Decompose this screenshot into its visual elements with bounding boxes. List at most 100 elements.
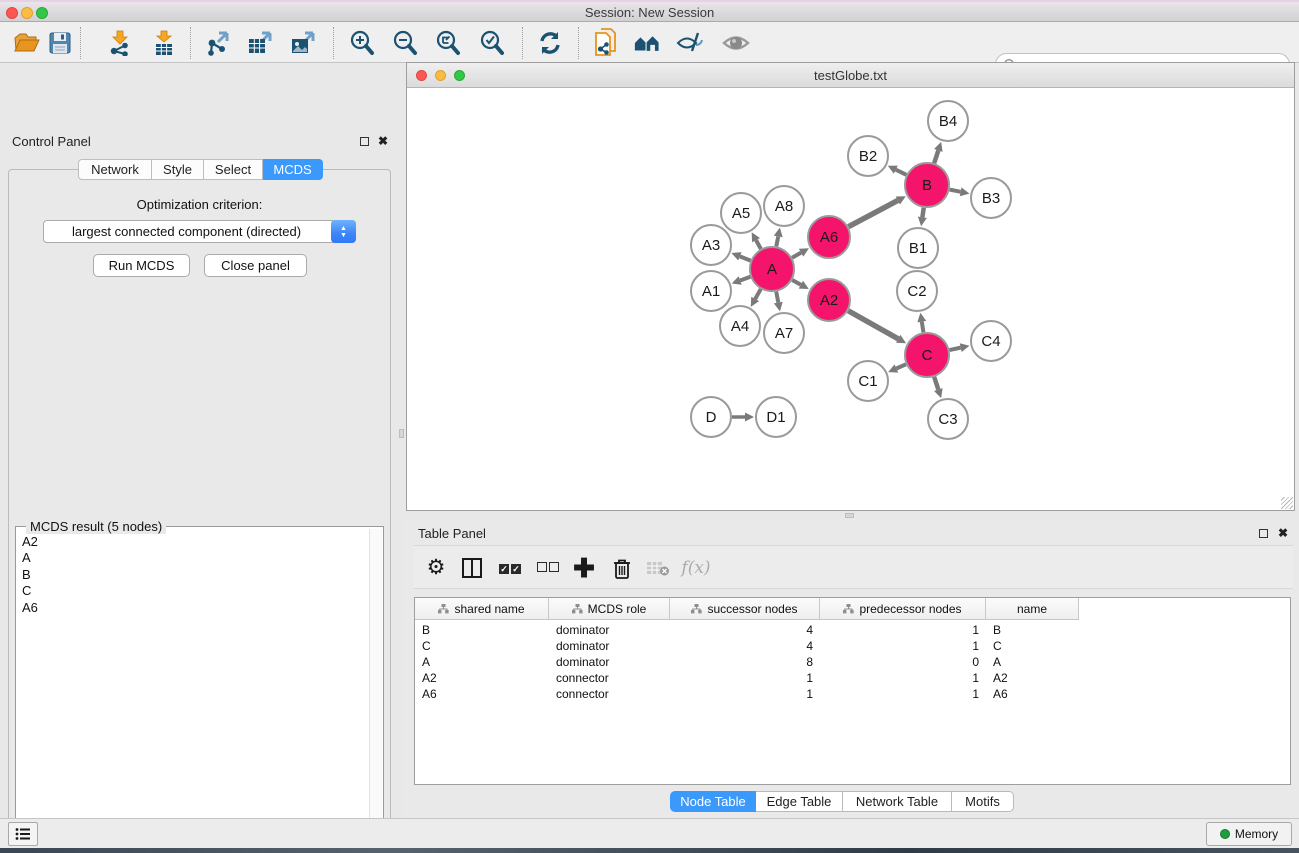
toolbar-separator <box>80 27 81 59</box>
edge-B-B4[interactable] <box>934 150 938 163</box>
zoom-out-button[interactable] <box>391 29 419 57</box>
import-table-button[interactable] <box>150 29 178 57</box>
result-item-a2[interactable]: A2 <box>22 534 369 550</box>
zoom-fit-icon <box>435 30 461 56</box>
edge-A-A3[interactable] <box>740 256 751 260</box>
table-settings-button[interactable]: ⚙ <box>422 554 450 582</box>
mcds-result-list[interactable]: A2ABCA6 <box>17 529 369 853</box>
edge-A-A6[interactable] <box>792 253 801 258</box>
export-network-icon <box>205 30 231 56</box>
column-header-predecessor-nodes[interactable]: predecessor nodes <box>820 598 986 620</box>
delete-table-button[interactable] <box>644 554 672 582</box>
column-header-shared-name[interactable]: shared name <box>415 598 549 620</box>
edge-A-A2[interactable] <box>792 280 801 285</box>
edge-C-C4[interactable] <box>949 348 960 350</box>
zoom-selected-button[interactable] <box>478 29 506 57</box>
eye-slash-icon <box>676 31 704 55</box>
show-panels-button[interactable] <box>8 822 38 846</box>
graph-node-label-A4: A4 <box>731 318 749 335</box>
dropdown-stepper-icon: ▲▼ <box>331 220 356 243</box>
export-table-button[interactable] <box>246 29 274 57</box>
edge-A-A7[interactable] <box>776 292 778 303</box>
result-item-b[interactable]: B <box>22 567 369 583</box>
tab-network-table[interactable]: Network Table <box>843 791 952 812</box>
close-table-panel-icon[interactable]: ✖ <box>1278 526 1288 540</box>
column-header-label: successor nodes <box>707 602 797 616</box>
criterion-dropdown[interactable]: largest connected component (directed) ▲… <box>43 220 356 243</box>
tab-network[interactable]: Network <box>78 159 152 180</box>
graph-node-label-C2: C2 <box>907 283 926 300</box>
result-item-a6[interactable]: A6 <box>22 600 369 616</box>
refresh-view-button[interactable] <box>536 29 564 57</box>
edge-C-C2[interactable] <box>922 322 924 333</box>
edge-A-A5[interactable] <box>756 240 761 249</box>
edge-A-A1[interactable] <box>740 277 750 281</box>
cell: dominator <box>549 638 670 654</box>
network-window-titlebar[interactable]: testGlobe.txt <box>407 63 1294 88</box>
table-row-a[interactable]: Adominator80A <box>415 654 1079 670</box>
export-network-button[interactable] <box>204 29 232 57</box>
open-file-button[interactable] <box>13 29 41 57</box>
table-row-a6[interactable]: A6connector11A6 <box>415 686 1079 702</box>
float-table-panel-icon[interactable] <box>1259 529 1268 538</box>
edge-A2-C[interactable] <box>848 311 898 339</box>
memory-button[interactable]: Memory <box>1206 822 1292 846</box>
result-item-c[interactable]: C <box>22 583 369 599</box>
cell: 1 <box>670 670 820 686</box>
status-bar: Memory <box>0 818 1299 848</box>
horizontal-divider-grip[interactable] <box>845 513 854 518</box>
export-image-button[interactable] <box>289 29 317 57</box>
tab-motifs[interactable]: Motifs <box>952 791 1014 812</box>
column-header-MCDS-role[interactable]: MCDS role <box>549 598 670 620</box>
save-session-button[interactable] <box>46 29 74 57</box>
resize-grip-icon[interactable] <box>1281 497 1293 509</box>
new-network-from-selection-button[interactable] <box>593 29 621 57</box>
function-builder-button[interactable]: f(x) <box>682 554 710 582</box>
export-image-icon <box>290 30 316 56</box>
zoom-in-button[interactable] <box>348 29 376 57</box>
tab-node-table[interactable]: Node Table <box>670 791 756 812</box>
cell: C <box>986 638 1079 654</box>
column-header-label: MCDS role <box>588 602 647 616</box>
run-mcds-button[interactable]: Run MCDS <box>93 254 190 277</box>
tab-style[interactable]: Style <box>152 159 204 180</box>
edge-B-B3[interactable] <box>950 190 961 192</box>
zoom-out-icon <box>392 30 418 56</box>
result-item-a[interactable]: A <box>22 550 369 566</box>
edge-C-C1[interactable] <box>896 364 906 368</box>
select-all-columns-button[interactable]: ✓✓ <box>496 554 524 582</box>
table-row-a2[interactable]: A2connector11A2 <box>415 670 1079 686</box>
column-header-name[interactable]: name <box>986 598 1079 620</box>
tab-select[interactable]: Select <box>204 159 263 180</box>
unselect-all-columns-button[interactable] <box>534 554 562 582</box>
float-panel-icon[interactable] <box>360 137 369 146</box>
edge-A-A8[interactable] <box>776 236 778 246</box>
edge-A-A4[interactable] <box>755 289 761 299</box>
graph-node-label-C: C <box>922 347 933 364</box>
delete-column-button[interactable] <box>608 554 636 582</box>
import-network-button[interactable] <box>106 29 134 57</box>
hide-graphics-details-button[interactable] <box>676 29 704 57</box>
tab-edge-table[interactable]: Edge Table <box>756 791 843 812</box>
show-graphics-details-button[interactable] <box>722 29 750 57</box>
close-panel-icon[interactable]: ✖ <box>378 134 388 148</box>
network-canvas[interactable]: B4B2BB3A8A5A6A3B1AA1C2A2A4A7C4CC1DD1C3 <box>407 88 1294 510</box>
column-header-successor-nodes[interactable]: successor nodes <box>670 598 820 620</box>
close-panel-button[interactable]: Close panel <box>204 254 307 277</box>
zoom-fit-button[interactable] <box>434 29 462 57</box>
tab-mcds[interactable]: MCDS <box>263 159 323 180</box>
edge-B-B1[interactable] <box>922 208 923 218</box>
table-row-b[interactable]: Bdominator41B <box>415 622 1079 638</box>
edge-B-B2[interactable] <box>896 170 907 175</box>
vertical-divider-grip[interactable] <box>399 429 404 438</box>
table-row-c[interactable]: Cdominator41C <box>415 638 1079 654</box>
import-network-icon <box>108 30 132 56</box>
create-column-button[interactable]: ✚ <box>570 554 598 582</box>
edge-C-C3[interactable] <box>934 377 938 390</box>
graph-node-label-A7: A7 <box>775 325 793 342</box>
show-column-button[interactable] <box>458 554 486 582</box>
open-recent-sessions-button[interactable] <box>633 29 661 57</box>
unchecked-boxes-icon <box>536 559 560 577</box>
result-list-scrollbar[interactable] <box>369 529 382 853</box>
edge-A6-B[interactable] <box>848 200 897 226</box>
